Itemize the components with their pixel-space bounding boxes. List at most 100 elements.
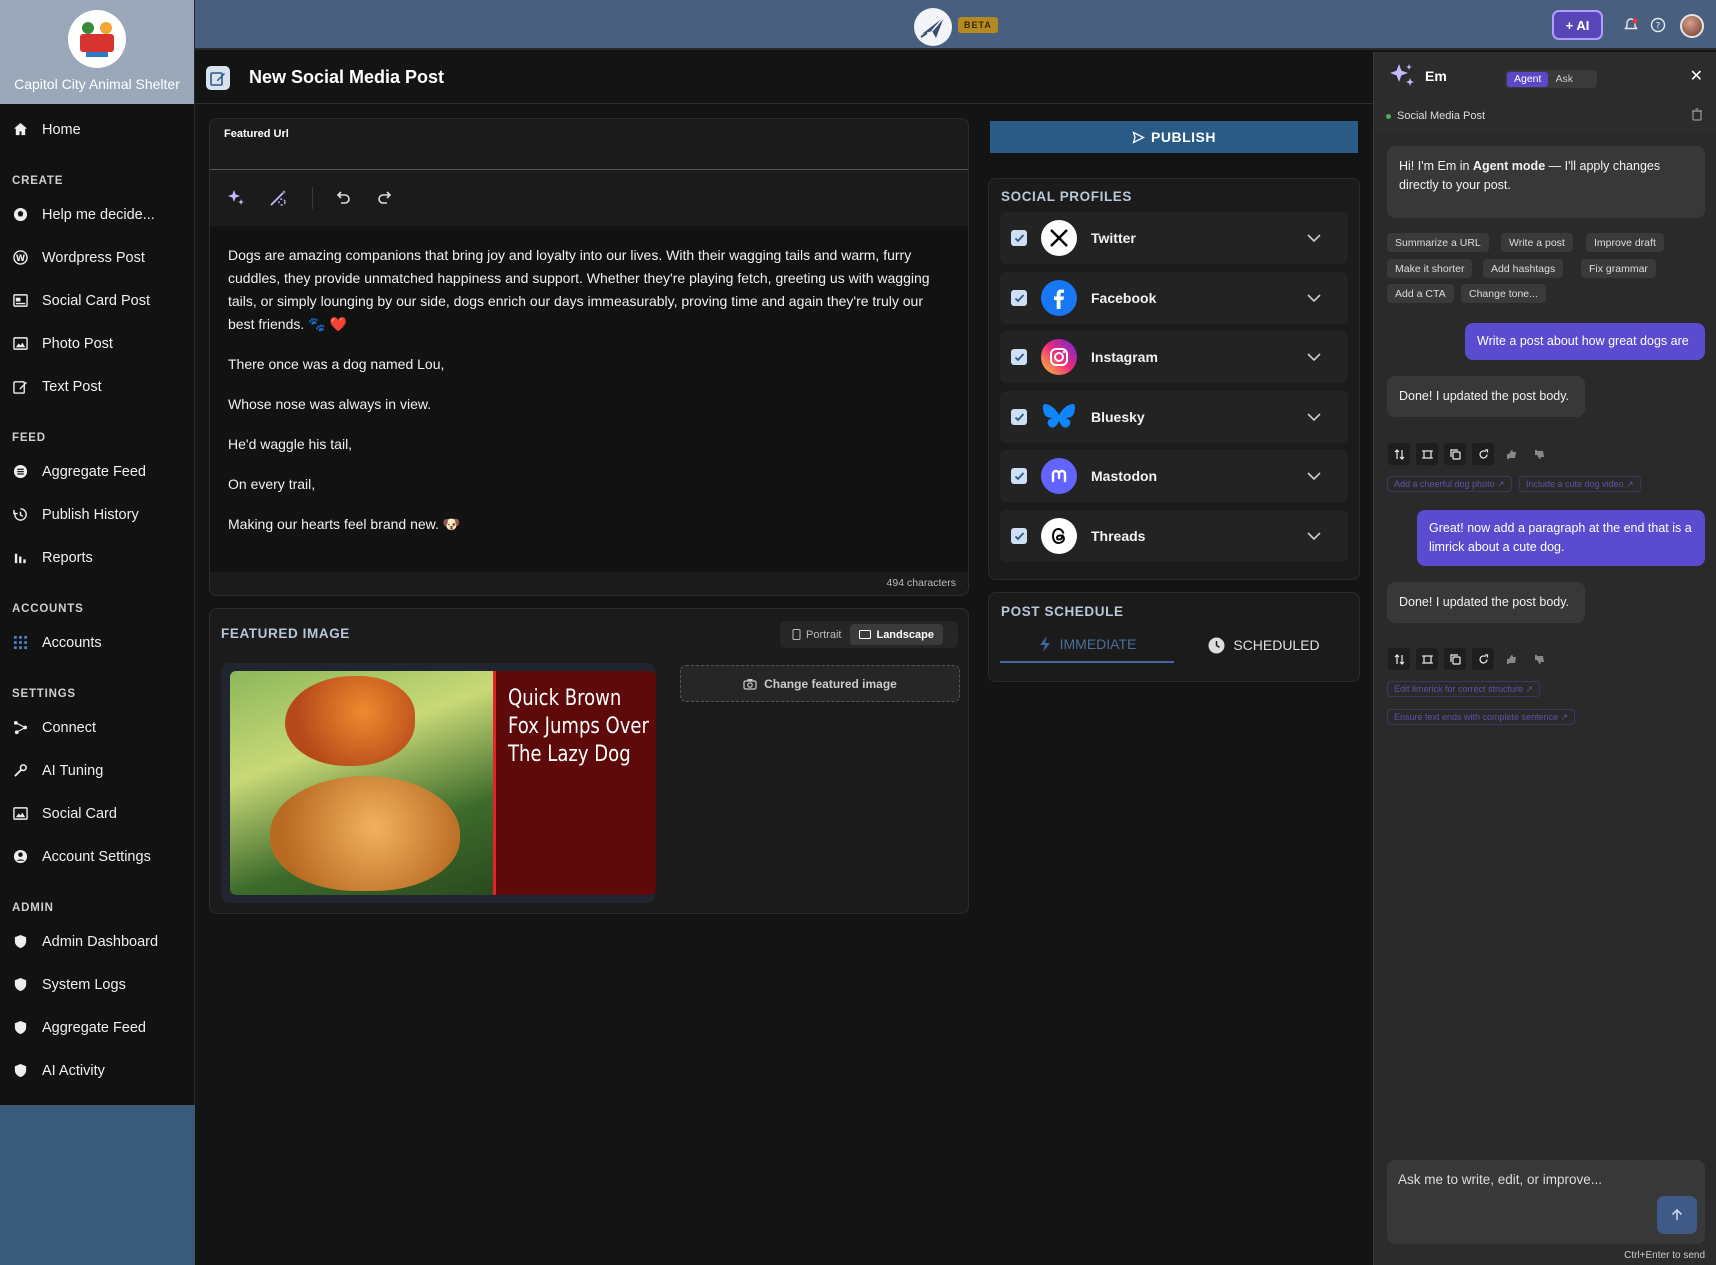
notification-bell-icon[interactable] [1619,13,1643,37]
suggestion-link[interactable]: Add a cheerful dog photo ↗ [1387,476,1512,492]
trash-icon[interactable] [1691,108,1703,124]
nav-admin-aggregate-feed[interactable]: Aggregate Feed [0,1006,194,1049]
nav-help-me-decide[interactable]: Help me decide... [0,193,194,236]
tab-immediate[interactable]: IMMEDIATE [1000,627,1174,663]
change-featured-image-button[interactable]: Change featured image [680,665,960,702]
post-paragraph: Whose nose was always in view. [228,396,432,412]
user-message: Great! now add a paragraph at the end th… [1417,510,1705,566]
close-icon[interactable]: ✕ [1690,66,1703,86]
post-paragraph: He'd waggle his tail, [228,436,353,452]
nav-account-settings[interactable]: Account Settings [0,835,194,878]
profile-name: Twitter [1091,230,1136,246]
help-icon[interactable]: ? [1646,13,1670,37]
copy-icon[interactable] [1444,648,1466,670]
profile-row-instagram[interactable]: Instagram [1000,331,1348,383]
chevron-down-icon[interactable] [1304,353,1324,361]
app-logo[interactable] [914,8,952,46]
nav-section-create: CREATE [12,175,64,187]
chevron-down-icon[interactable] [1304,294,1324,302]
nav-social-card[interactable]: Social Card [0,792,194,835]
nav-system-logs[interactable]: System Logs [0,963,194,1006]
featured-url-input[interactable] [224,145,954,167]
nav-social-card-post[interactable]: Social Card Post [0,279,194,322]
nav-connect[interactable]: Connect [0,706,194,749]
nav-publish-history[interactable]: Publish History [0,493,194,536]
quick-action-chip[interactable]: Add a CTA [1387,284,1454,303]
chevron-down-icon[interactable] [1304,234,1324,242]
org-brand[interactable]: Capitol City Animal Shelter [0,0,194,104]
expand-icon[interactable] [1416,443,1438,465]
mode-ask[interactable]: Ask [1548,72,1580,87]
undo-icon[interactable] [331,186,355,210]
magic-wand-icon[interactable] [266,186,290,210]
assistant-mode-toggle: Agent Ask [1505,70,1597,88]
nav-wordpress-post[interactable]: W Wordpress Post [0,236,194,279]
nav-accounts[interactable]: Accounts [0,621,194,664]
profile-checkbox[interactable] [1011,468,1027,484]
swap-icon[interactable] [1388,648,1410,670]
chevron-down-icon[interactable] [1304,413,1324,421]
thumbs-down-icon[interactable] [1528,443,1550,465]
nav-admin-dashboard[interactable]: Admin Dashboard [0,920,194,963]
profile-row-mastodon[interactable]: Mastodon [1000,450,1348,502]
nav-reports[interactable]: Reports [0,536,194,579]
bar-chart-icon [12,550,28,566]
profile-checkbox[interactable] [1011,349,1027,365]
swap-icon[interactable] [1388,443,1410,465]
chat-input[interactable]: Ask me to write, edit, or improve... [1387,1160,1705,1244]
tab-scheduled[interactable]: SCHEDULED [1184,627,1344,663]
nav-label: AI Tuning [42,762,104,779]
redo-icon[interactable] [373,186,397,210]
thumbs-up-icon[interactable] [1500,648,1522,670]
chevron-down-icon[interactable] [1304,532,1324,540]
suggestion-link[interactable]: Ensure text ends with complete sentence … [1387,709,1576,725]
suggestion-link[interactable]: Include a cute dog video ↗ [1519,476,1641,492]
quick-action-chip[interactable]: Add hashtags [1483,259,1564,278]
quick-action-chip[interactable]: Fix grammar [1581,259,1656,278]
quick-action-chip[interactable]: Change tone... [1461,284,1546,303]
profile-row-threads[interactable]: Threads [1000,510,1348,562]
ai-assistant-button[interactable]: + AI [1552,10,1603,40]
profile-checkbox[interactable] [1011,230,1027,246]
thumbs-up-icon[interactable] [1500,443,1522,465]
profile-row-twitter[interactable]: Twitter [1000,212,1348,264]
publish-button[interactable]: PUBLISH [990,121,1358,153]
nav-ai-tuning[interactable]: AI Tuning [0,749,194,792]
thumbs-down-icon[interactable] [1528,648,1550,670]
sparkles-icon[interactable] [224,186,248,210]
user-avatar[interactable] [1680,14,1704,38]
nav-aggregate-feed[interactable]: Aggregate Feed [0,450,194,493]
nav-ai-activity[interactable]: AI Activity [0,1049,194,1092]
intro-mode-text: Agent mode [1472,159,1546,173]
suggestion-link[interactable]: Edit limerick for correct structure ↗ [1387,681,1541,697]
change-featured-image-label: Change featured image [764,676,897,691]
soccer-ball-icon [12,207,28,223]
nav-text-post[interactable]: Text Post [0,365,194,408]
post-editor: Featured Url Dogs are amazing companions… [209,118,969,596]
mode-agent[interactable]: Agent [1507,71,1549,87]
nav-home[interactable]: Home [0,108,194,151]
profile-row-bluesky[interactable]: Bluesky [1000,391,1348,443]
profile-checkbox[interactable] [1011,290,1027,306]
grid-icon [12,635,28,651]
quick-action-chip[interactable]: Summarize a URL [1387,233,1489,252]
profile-row-facebook[interactable]: Facebook [1000,272,1348,324]
profile-checkbox[interactable] [1011,409,1027,425]
profile-checkbox[interactable] [1011,528,1027,544]
send-icon [1132,130,1145,144]
quick-action-chip[interactable]: Make it shorter [1387,259,1473,278]
send-button[interactable] [1657,1196,1697,1234]
refresh-icon[interactable] [1472,443,1494,465]
refresh-icon[interactable] [1472,648,1494,670]
beta-badge: BETA [958,17,998,33]
chevron-down-icon[interactable] [1304,472,1324,480]
copy-icon[interactable] [1444,443,1466,465]
quick-action-chip[interactable]: Write a post [1501,233,1573,252]
quick-action-chip[interactable]: Improve draft [1586,233,1664,252]
expand-icon[interactable] [1416,648,1438,670]
landscape-option[interactable]: Landscape [850,624,943,645]
nav-photo-post[interactable]: Photo Post [0,322,194,365]
nav-label: Social Card Post [42,292,150,309]
portrait-option[interactable]: Portrait [783,624,850,645]
post-body-editor[interactable]: Dogs are amazing companions that bring j… [210,226,968,572]
